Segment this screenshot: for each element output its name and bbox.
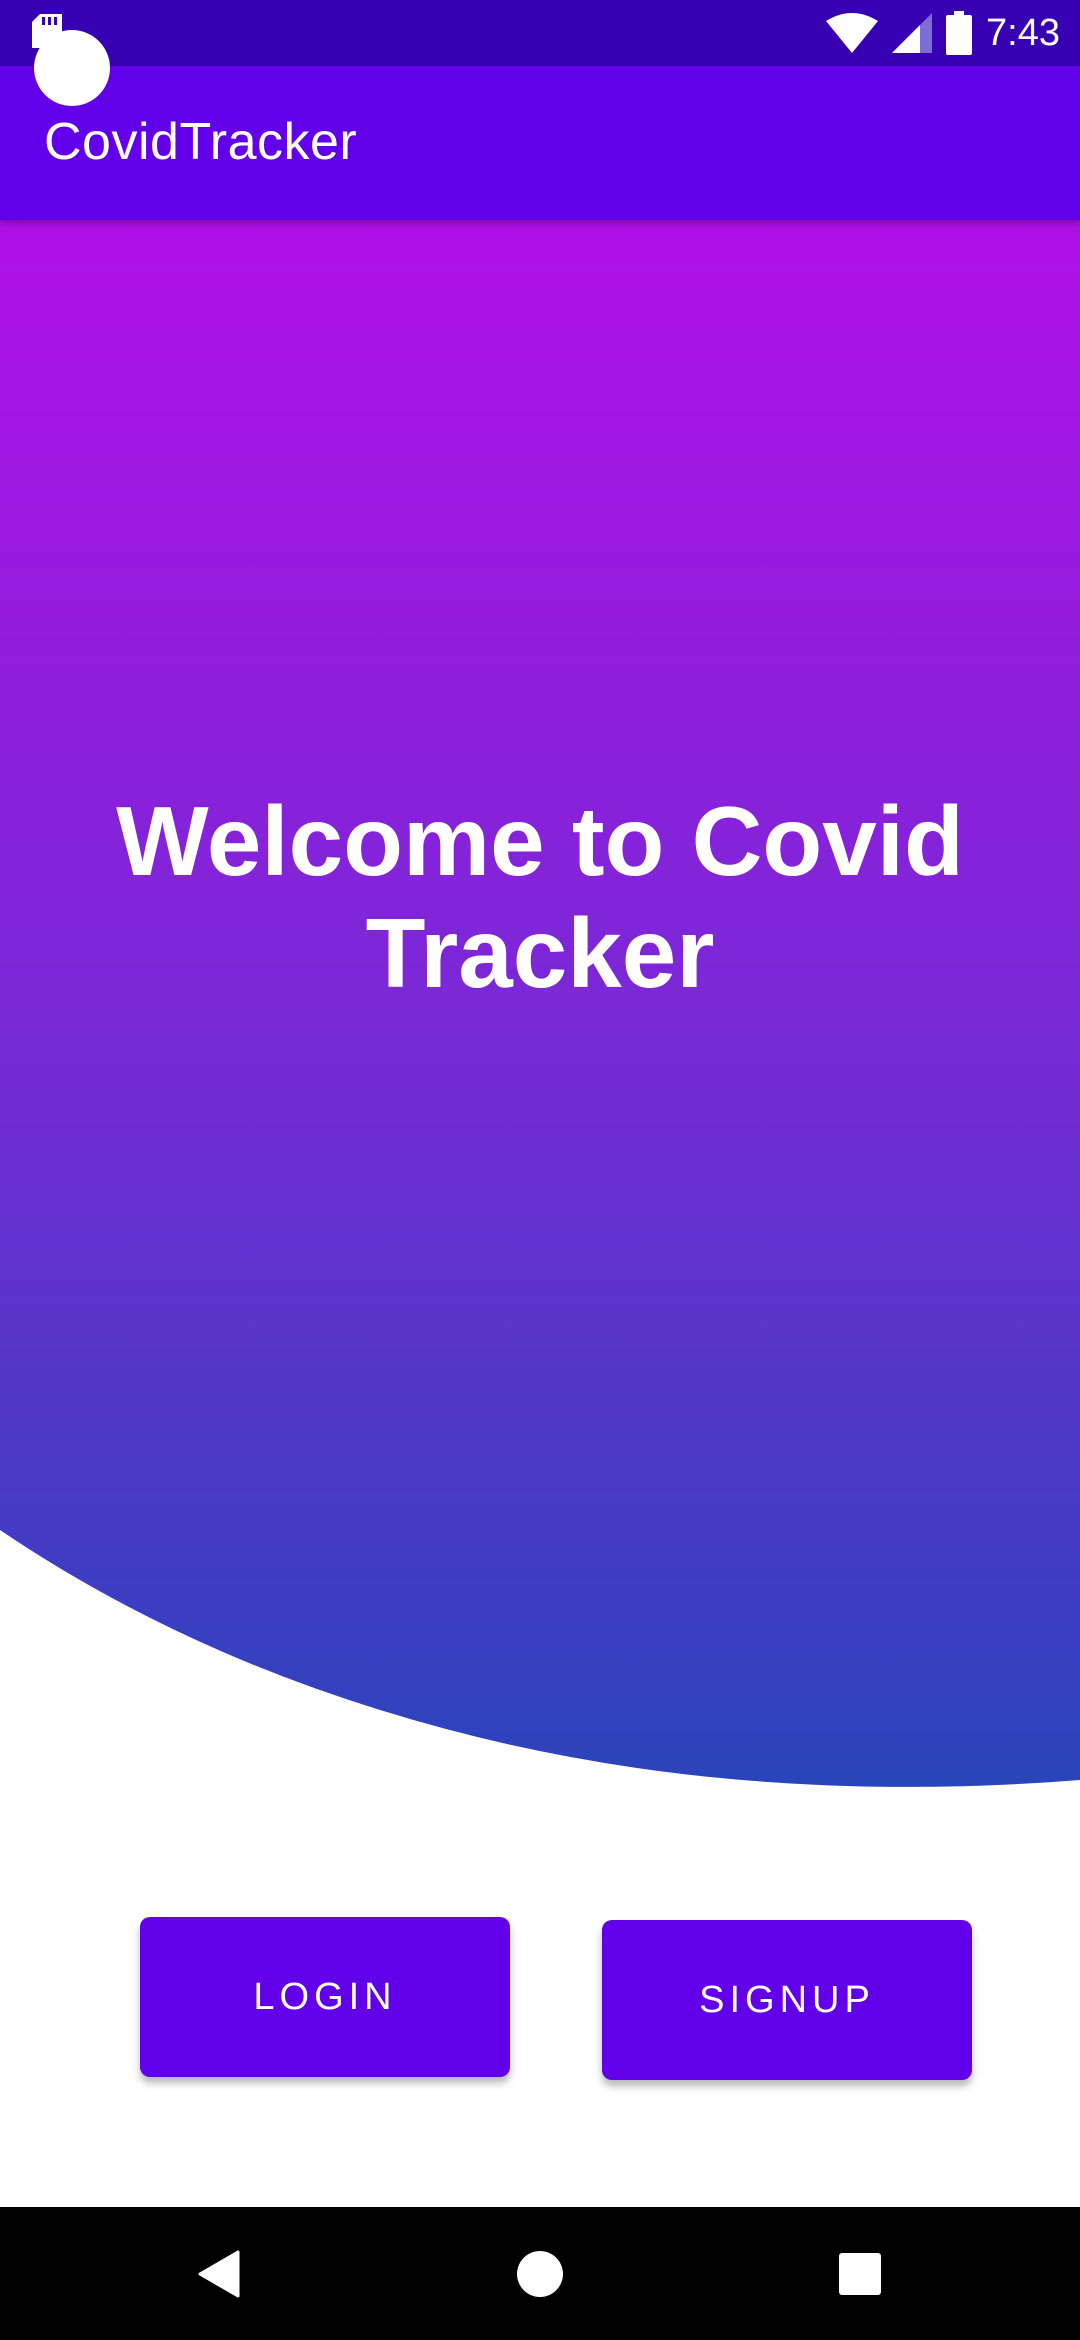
navigation-bar — [0, 2207, 1080, 2340]
app-bar: CovidTracker — [0, 66, 1080, 220]
signup-button[interactable]: SIGNUP — [602, 1920, 972, 2080]
hero-banner: Welcome to Covid Tracker — [0, 220, 1080, 1800]
recents-button[interactable] — [780, 2207, 940, 2340]
back-button[interactable] — [140, 2207, 300, 2340]
hero-gradient-background — [0, 220, 1080, 1787]
screen: 7:43 CovidTracker Welcome to Covid Track… — [0, 0, 1080, 2340]
wifi-icon — [826, 13, 879, 53]
status-icons: 7:43 — [826, 8, 1060, 58]
battery-icon — [946, 11, 973, 55]
login-button[interactable]: LOGIN — [140, 1917, 510, 2077]
status-time: 7:43 — [986, 12, 1060, 54]
cellular-signal-icon — [892, 13, 933, 53]
app-title: CovidTracker — [44, 113, 358, 171]
welcome-heading: Welcome to Covid Tracker — [116, 786, 964, 1008]
home-button[interactable] — [460, 2207, 620, 2340]
back-icon — [198, 2250, 240, 2297]
notification-dot-icon — [34, 30, 110, 106]
home-icon — [517, 2250, 563, 2297]
status-bar: 7:43 — [0, 0, 1080, 66]
recents-icon — [839, 2252, 881, 2295]
